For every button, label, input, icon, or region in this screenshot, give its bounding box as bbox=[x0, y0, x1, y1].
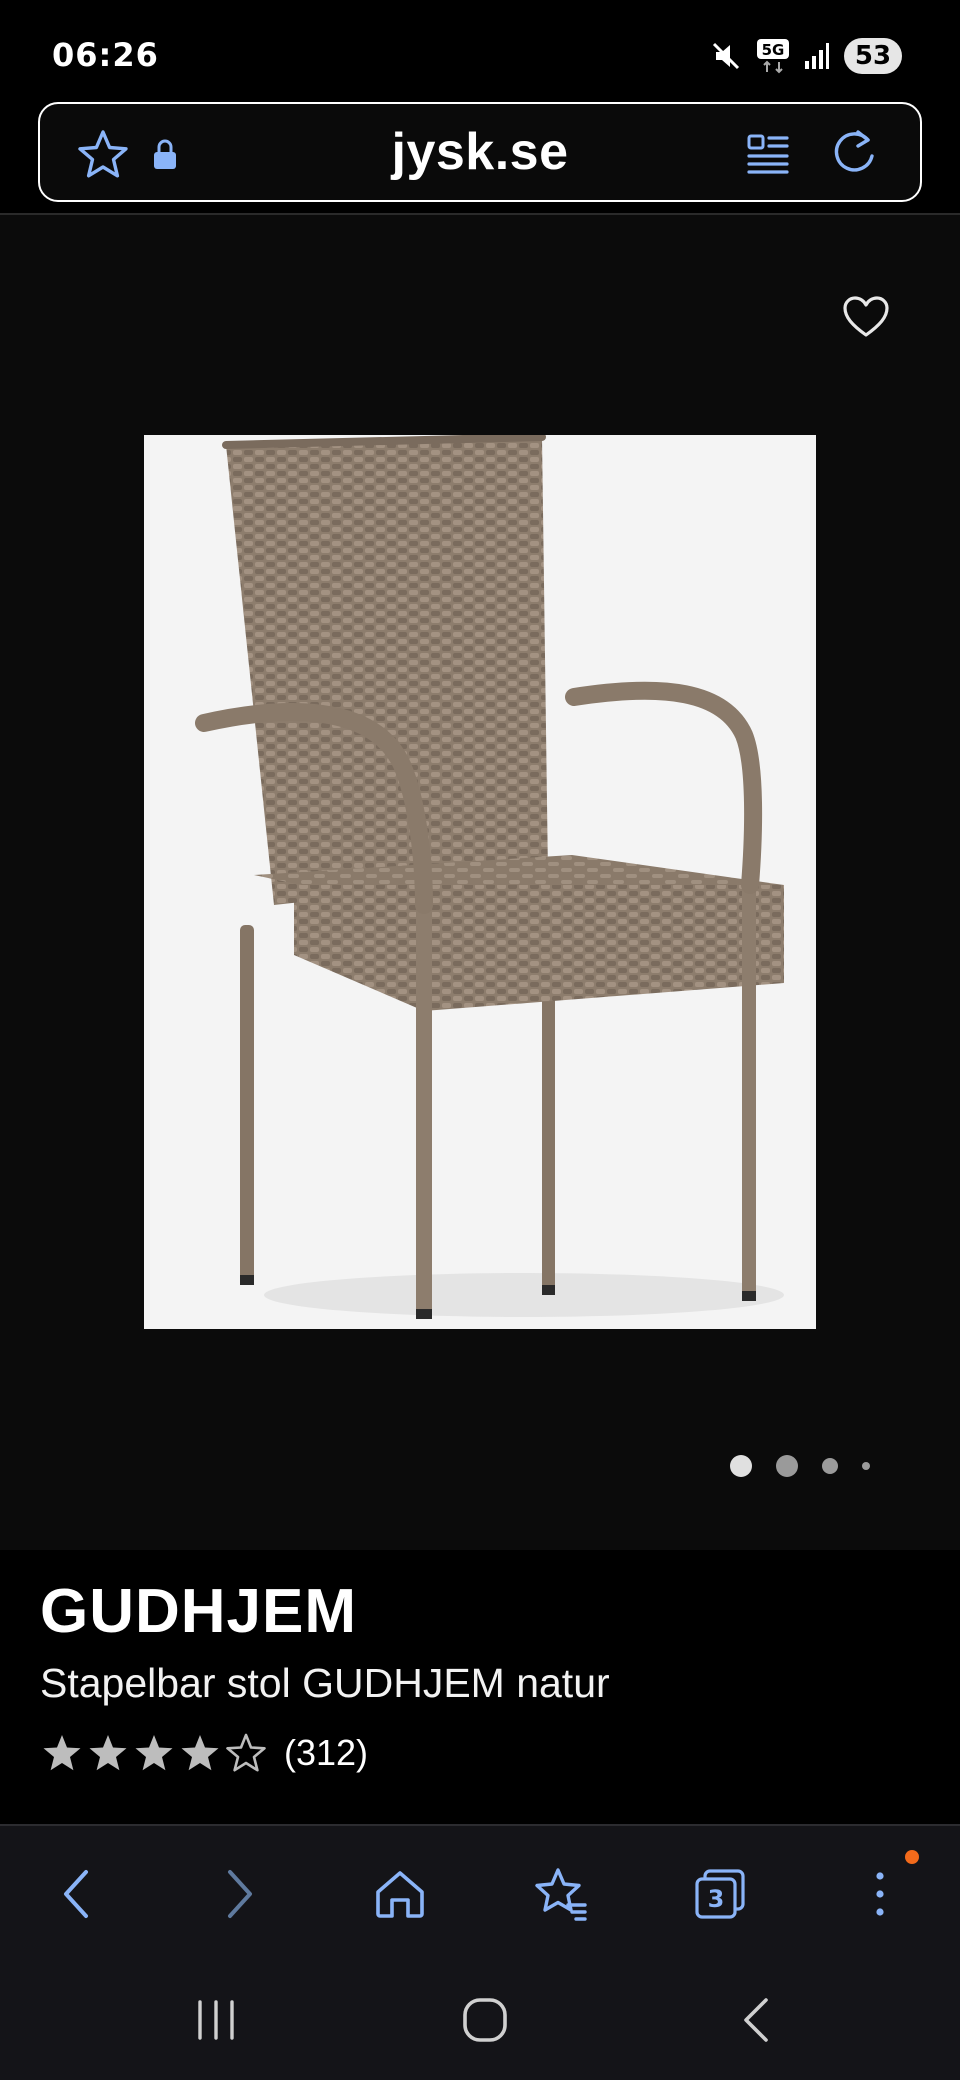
gallery-dot-3[interactable] bbox=[822, 1458, 838, 1474]
star-filled-icon bbox=[181, 1735, 219, 1771]
recents-icon[interactable] bbox=[184, 1988, 248, 2052]
status-bar: 06:26 5G 53 bbox=[0, 0, 960, 100]
gallery-dot-4[interactable] bbox=[862, 1462, 870, 1470]
reload-icon[interactable] bbox=[828, 128, 880, 184]
product-brand: GUDHJEM bbox=[40, 1577, 358, 1646]
svg-text:5G: 5G bbox=[762, 41, 785, 59]
status-time: 06:26 bbox=[52, 36, 159, 74]
back-icon[interactable] bbox=[44, 1862, 108, 1926]
star-filled-icon bbox=[89, 1735, 127, 1771]
signal-5g-icon: 5G bbox=[756, 38, 790, 74]
signal-bars-icon bbox=[804, 41, 830, 71]
mute-icon bbox=[710, 40, 742, 72]
review-count[interactable]: (312) bbox=[284, 1732, 368, 1774]
svg-text:3: 3 bbox=[708, 1885, 725, 1913]
battery-level: 53 bbox=[854, 41, 892, 71]
browser-nav: 3 bbox=[0, 1824, 960, 1960]
star-filled-icon bbox=[135, 1735, 173, 1771]
heart-icon[interactable] bbox=[842, 295, 890, 343]
chair-illustration bbox=[195, 435, 784, 1319]
back-chevron-icon[interactable] bbox=[724, 1988, 788, 2052]
bookmarks-icon[interactable] bbox=[528, 1862, 592, 1926]
product-name: Stapelbar stol GUDHJEM natur bbox=[40, 1660, 610, 1706]
gallery-dots[interactable] bbox=[730, 1455, 870, 1477]
product-gallery[interactable] bbox=[0, 215, 960, 1550]
system-nav bbox=[0, 1960, 960, 2080]
menu-icon[interactable] bbox=[848, 1862, 912, 1926]
tabs-icon[interactable]: 3 bbox=[688, 1862, 752, 1926]
gallery-dot-1[interactable] bbox=[730, 1455, 752, 1477]
forward-icon[interactable] bbox=[208, 1862, 272, 1926]
star-filled-icon bbox=[43, 1735, 81, 1771]
rating-stars bbox=[42, 1733, 266, 1773]
product-info: GUDHJEM Stapelbar stol GUDHJEM natur (31… bbox=[0, 1550, 960, 1824]
reader-mode-icon[interactable] bbox=[746, 130, 790, 182]
notification-dot bbox=[905, 1850, 919, 1864]
product-rating[interactable]: (312) bbox=[42, 1732, 368, 1774]
product-image[interactable] bbox=[144, 435, 816, 1329]
status-icons: 5G 53 bbox=[710, 36, 902, 76]
home-icon[interactable] bbox=[368, 1862, 432, 1926]
url-bar[interactable]: jysk.se bbox=[38, 102, 922, 202]
home-circle-icon[interactable] bbox=[453, 1988, 517, 2052]
battery-icon: 53 bbox=[844, 38, 902, 74]
gallery-dot-2[interactable] bbox=[776, 1455, 798, 1477]
star-empty-icon bbox=[226, 1733, 266, 1772]
